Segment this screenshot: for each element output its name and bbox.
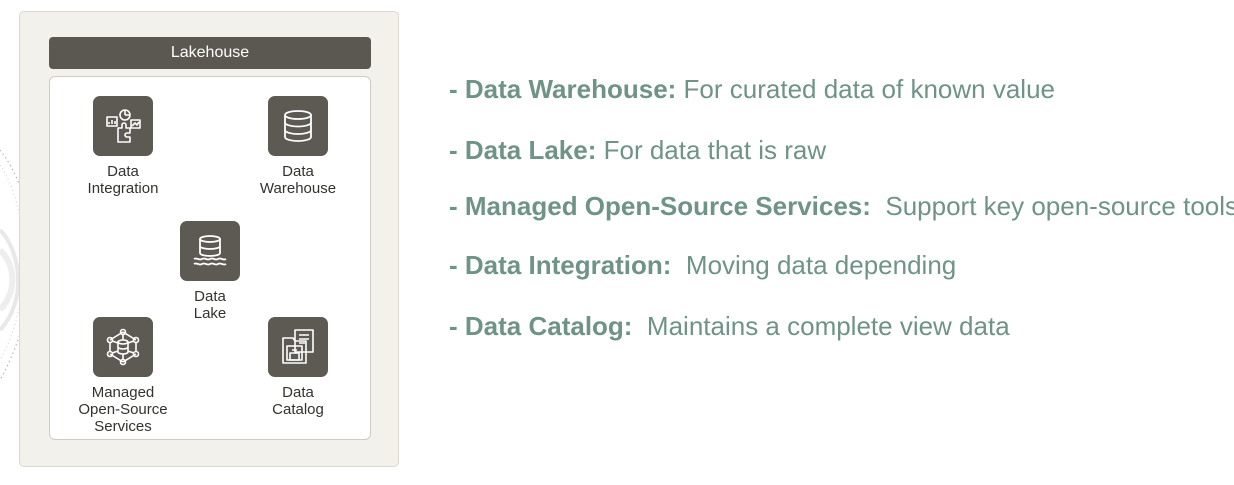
network-hub-icon: [93, 317, 153, 377]
component-data-warehouse: Data Warehouse: [228, 96, 368, 197]
lakehouse-title: Lakehouse: [49, 37, 371, 69]
database-waves-icon: [180, 221, 240, 281]
bullet-description: Maintains a complete view data: [646, 311, 1010, 341]
component-label: Data Catalog: [272, 384, 324, 418]
component-label: Data Integration: [87, 163, 159, 197]
bullet-term: Data Catalog:: [464, 311, 633, 341]
catalog-folder-icon: [268, 317, 328, 377]
component-label: Data Warehouse: [259, 163, 337, 197]
bullet-data-catalog: - Data Catalog: Maintains a complete vie…: [449, 311, 1010, 341]
bullet-term: Managed Open-Source Services:: [464, 191, 871, 221]
bullet-term: Data Integration:: [464, 250, 672, 280]
bullet-data-lake: - Data Lake: For data that is raw: [449, 135, 827, 165]
component-data-catalog: Data Catalog: [228, 317, 368, 418]
puzzle-chart-icon: [93, 96, 153, 156]
database-icon: [268, 96, 328, 156]
component-label: Managed Open-Source Services: [78, 384, 168, 435]
component-data-lake: Data Lake: [140, 221, 280, 322]
component-managed-open-source-services: Managed Open-Source Services: [53, 317, 193, 435]
bullet-description: Support key open-source tools: [885, 191, 1234, 221]
component-data-integration: Data Integration: [53, 96, 193, 197]
bullet-description: For curated data of known value: [683, 74, 1055, 104]
bullet-term: Data Lake:: [464, 135, 597, 165]
bullet-description: For data that is raw: [603, 135, 827, 165]
bullet-data-integration: - Data Integration: Moving data dependin…: [449, 250, 957, 280]
bullet-managed-open-source-services: - Managed Open-Source Services: Support …: [449, 191, 1234, 221]
bullet-description: Moving data depending: [685, 250, 957, 280]
bullet-term: Data Warehouse:: [464, 74, 677, 104]
bullet-data-warehouse: - Data Warehouse: For curated data of kn…: [449, 74, 1055, 104]
